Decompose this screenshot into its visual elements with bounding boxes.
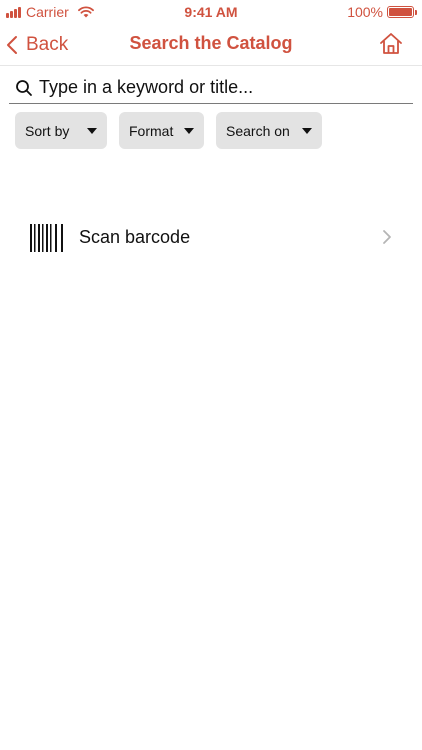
- home-icon[interactable]: [378, 31, 404, 57]
- barcode-icon: [30, 224, 63, 252]
- filter-chips: Sort by Format Search on: [15, 112, 322, 149]
- battery-percent: 100%: [347, 4, 383, 20]
- scan-barcode-label: Scan barcode: [79, 227, 191, 247]
- scan-barcode-row[interactable]: Scan barcode: [0, 210, 422, 266]
- navigation-bar: Back Search the Catalog: [0, 24, 422, 66]
- status-right: 100%: [347, 4, 417, 20]
- sort-by-label: Sort by: [25, 122, 70, 139]
- format-label: Format: [129, 122, 174, 139]
- search-field[interactable]: [9, 72, 413, 104]
- search-on-dropdown[interactable]: Search on: [216, 112, 322, 149]
- battery-fill: [389, 8, 412, 16]
- search-on-label: Search on: [226, 122, 290, 139]
- caret-down-icon: [184, 127, 194, 134]
- format-dropdown[interactable]: Format: [119, 112, 204, 149]
- chevron-right-icon: [383, 230, 391, 244]
- caret-down-icon: [302, 127, 312, 134]
- search-icon: [16, 79, 32, 96]
- search-input[interactable]: [39, 77, 413, 98]
- search-catalog-screen: Carrier 9:41 AM 100% Back Search the Cat…: [0, 0, 422, 750]
- status-bar: Carrier 9:41 AM 100%: [0, 0, 422, 24]
- battery-icon: [387, 6, 417, 18]
- battery-tip: [415, 10, 417, 15]
- page-title: Search the Catalog: [129, 33, 293, 53]
- caret-down-icon: [87, 127, 97, 134]
- sort-by-dropdown[interactable]: Sort by: [15, 112, 107, 149]
